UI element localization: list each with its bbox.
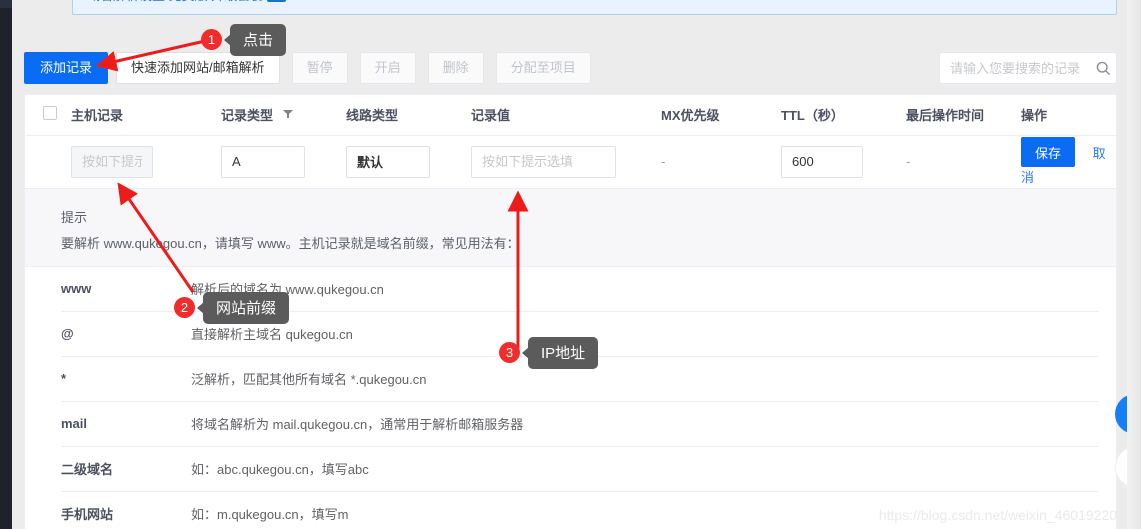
example-key: 手机网站 [61,507,114,522]
mx-priority-value: - [661,154,666,169]
last-operation-time-cell: - [906,135,1021,189]
example-key: @ [61,326,74,341]
notice-banner: 域名解析设置 免费版 升级套餐 新 [72,0,1117,15]
header-mx-priority: MX优先级 [661,95,781,136]
example-key: www [61,281,92,296]
header-last-operation-time: 最后操作时间 [906,95,1021,136]
example-value: 直接解析主域名 qukegou.cn [191,327,353,342]
records-table: 主机记录 记录类型 线路类型 记录值 MX优先级 TTL（秒） 最后操作时间 操… [25,95,1116,189]
select-all-checkbox[interactable] [43,106,57,121]
ttl-cell [781,135,906,189]
annotation-callout-3: IP地址 [521,337,599,369]
example-value: 泛解析，匹配其他所有域名 *.qukegou.cn [191,372,427,387]
header-ttl: TTL（秒） [781,95,906,136]
example-value: 如：m.qukegou.cn，填写m [191,507,349,522]
add-record-button[interactable]: 添加记录 [24,52,109,84]
assign-project-button[interactable]: 分配至项目 [495,52,591,84]
ttl-input[interactable] [781,145,863,178]
browser-viewport: 域名解析设置 免费版 升级套餐 新 添加记录 快速添加网站/邮箱解析 暂停 开启… [0,0,1141,529]
record-value-cell [471,135,661,189]
host-record-input[interactable] [71,145,153,178]
search-input[interactable] [940,53,1090,83]
record-type-cell [221,135,346,189]
example-value: 如：abc.qukegou.cn，填写abc [191,462,369,477]
mx-priority-cell: - [661,135,781,189]
quick-add-button[interactable]: 快速添加网站/邮箱解析 [116,52,280,84]
table-header-row: 主机记录 记录类型 线路类型 记录值 MX优先级 TTL（秒） 最后操作时间 操… [25,95,1116,136]
header-line-type: 线路类型 [346,95,471,136]
example-key: 二级域名 [61,462,114,477]
host-record-cell [71,135,221,189]
annotation-callout-2: 网站前缀 [196,292,290,324]
select-all-header [25,95,71,136]
enable-button[interactable]: 开启 [359,52,416,84]
line-type-cell [346,135,471,189]
row-select-cell [25,135,71,189]
tip-title: 提示 [61,209,88,225]
last-operation-time-value: - [906,154,911,169]
line-type-select[interactable] [346,145,430,178]
filter-icon[interactable] [282,107,293,122]
notice-badge: 新 [266,0,286,2]
host-record-tip-panel: 提示 要解析 www.qukegou.cn，请填写 www。主机记录就是域名前缀… [25,188,1116,267]
record-type-select[interactable] [221,145,305,178]
delete-button[interactable]: 删除 [427,52,484,84]
search-box[interactable] [939,52,1117,84]
list-item: 二级域名 如：abc.qukegou.cn，填写abc [61,447,1098,492]
header-record-value: 记录值 [471,95,661,136]
save-button[interactable]: 保存 [1021,137,1076,167]
record-value-input[interactable] [471,145,616,178]
example-key: mail [61,416,88,431]
left-nav-rail-top [0,0,12,8]
watermark: https://blog.csdn.net/weixin_46019220 [878,507,1117,523]
new-record-edit-row: - - 保存 取消 [25,135,1116,189]
example-value: 将域名解析为 mail.qukegou.cn，通常用于解析邮箱服务器 [191,417,524,432]
header-record-type-label: 记录类型 [221,108,274,124]
annotation-badge-3: 3 [499,342,520,363]
search-icon[interactable] [1090,53,1116,83]
left-nav-rail [0,0,12,529]
header-record-type: 记录类型 [221,95,346,136]
records-toolbar: 添加记录 快速添加网站/邮箱解析 暂停 开启 删除 分配至项目 [24,52,591,84]
header-operation: 操作 [1021,95,1116,136]
example-key: * [61,371,67,386]
header-host-record: 主机记录 [71,95,221,136]
annotation-callout-1: 点击 [223,24,287,56]
list-item: mail 将域名解析为 mail.qukegou.cn，通常用于解析邮箱服务器 [61,402,1098,447]
notice-banner-label: 域名解析设置 免费版 升级套餐 [87,0,263,3]
pause-button[interactable]: 暂停 [291,52,348,84]
annotation-badge-2: 2 [174,297,195,318]
tip-description: 要解析 www.qukegou.cn，请填写 www。主机记录就是域名前缀，常见… [61,235,520,251]
notice-banner-text: 域名解析设置 免费版 升级套餐 新 [87,0,286,4]
annotation-badge-1: 1 [201,29,222,50]
page-scrollbar[interactable] [1127,0,1141,529]
operation-cell: 保存 取消 [1021,135,1116,189]
